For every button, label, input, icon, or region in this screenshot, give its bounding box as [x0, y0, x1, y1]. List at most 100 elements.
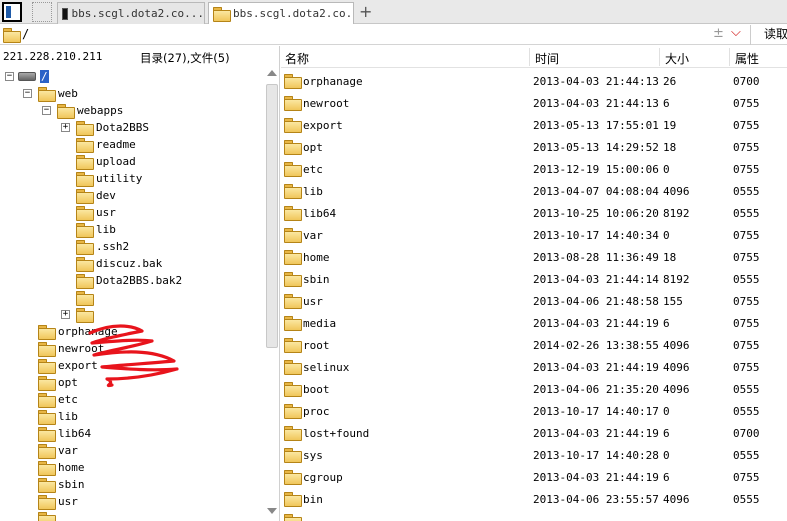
tree-item[interactable]: Dota2BBS.bak2 — [0, 272, 182, 289]
tree-item[interactable]: dev — [0, 187, 116, 204]
tree-item[interactable]: lib64 — [0, 425, 91, 442]
tree-root[interactable]: − / — [0, 68, 49, 85]
blank-tab-slot[interactable] — [32, 2, 52, 22]
folder-icon — [76, 291, 94, 306]
file-attr: 0555 — [733, 449, 760, 462]
tree-item[interactable]: readme — [0, 136, 136, 153]
scroll-thumb[interactable] — [266, 84, 278, 348]
file-row[interactable]: export 2013-05-13 17:55:01 19 0755 — [281, 114, 787, 136]
file-size: 4096 — [663, 493, 690, 506]
panel-toggle-button[interactable] — [2, 2, 22, 22]
file-size: 6 — [663, 97, 670, 110]
file-attr: 0755 — [733, 361, 760, 374]
column-divider[interactable] — [529, 48, 530, 66]
column-divider[interactable] — [659, 48, 660, 66]
folder-icon — [38, 359, 56, 374]
scroll-up-icon[interactable] — [267, 70, 277, 76]
file-row[interactable]: cgroup 2013-04-03 21:44:19 6 0755 — [281, 466, 787, 488]
tree-item[interactable]: sbin — [0, 476, 85, 493]
file-row[interactable]: lost+found 2013-04-03 21:44:19 6 0700 — [281, 422, 787, 444]
file-attr: 0700 — [733, 427, 760, 440]
file-name: newroot — [303, 97, 350, 110]
tree-item[interactable]: newroot — [0, 340, 104, 357]
tree-item[interactable]: lib — [0, 221, 116, 238]
file-row[interactable]: proc 2013-10-17 14:40:17 0 0555 — [281, 400, 787, 422]
folder-icon — [284, 316, 302, 331]
tree-item[interactable]: export — [0, 357, 98, 374]
column-name-header[interactable]: 名称 — [285, 50, 309, 67]
tree-item[interactable]: − webapps — [0, 102, 123, 119]
folder-icon — [76, 274, 94, 289]
tree-scrollbar[interactable] — [264, 68, 279, 521]
file-row[interactable]: orphanage 2013-04-03 21:44:13 26 0700 — [281, 70, 787, 92]
folder-icon — [284, 382, 302, 397]
file-row[interactable]: etc 2013-12-19 15:00:06 0 0755 — [281, 158, 787, 180]
file-name: lost+found — [303, 427, 370, 440]
tree-item-label: dev — [96, 189, 116, 202]
file-row[interactable]: root 2014-02-26 13:38:55 4096 0755 — [281, 334, 787, 356]
tree-item[interactable]: usr — [0, 493, 78, 510]
tree-item[interactable]: etc — [0, 391, 78, 408]
read-button[interactable]: 读取 — [750, 25, 787, 45]
collapse-icon[interactable]: − — [5, 72, 14, 81]
file-row[interactable]: sys 2013-10-17 14:40:28 0 0555 — [281, 444, 787, 466]
column-divider[interactable] — [729, 48, 730, 66]
file-attr: 0755 — [733, 119, 760, 132]
tab-file-manager[interactable]: bbs.scgl.dota2.co... — [208, 2, 354, 24]
file-name: proc — [303, 405, 330, 418]
tab-terminal[interactable]: bbs.scgl.dota2.co... — [57, 2, 205, 24]
tree-item[interactable]: discuz.bak — [0, 255, 162, 272]
tree-item[interactable] — [0, 510, 58, 521]
tree-item[interactable] — [0, 289, 96, 306]
tree-item[interactable]: orphanage — [0, 323, 118, 340]
expand-icon[interactable]: + — [61, 123, 70, 132]
tree-item[interactable]: var — [0, 442, 78, 459]
file-row[interactable]: boot 2013-04-06 21:35:20 4096 0555 — [281, 378, 787, 400]
file-size: 6 — [663, 427, 670, 440]
file-attr: 0555 — [733, 493, 760, 506]
folder-icon — [38, 342, 56, 357]
file-row[interactable]: sbin 2013-04-03 21:44:14 8192 0555 — [281, 268, 787, 290]
tree-item-label: discuz.bak — [96, 257, 163, 270]
file-size: 4096 — [663, 361, 690, 374]
path-input[interactable]: / — [22, 27, 29, 41]
file-row[interactable]: home 2013-08-28 11:36:49 18 0755 — [281, 246, 787, 268]
file-time: 2013-08-28 11:36:49 — [533, 251, 659, 264]
collapse-icon[interactable]: − — [23, 89, 32, 98]
file-row[interactable]: bin 2013-04-06 23:55:57 4096 0555 — [281, 488, 787, 510]
file-row[interactable] — [281, 510, 787, 521]
tree-item[interactable]: − web — [0, 85, 78, 102]
file-row[interactable]: newroot 2013-04-03 21:44:13 6 0755 — [281, 92, 787, 114]
tree-item[interactable]: lib — [0, 408, 78, 425]
chevron-down-icon[interactable]: ⌵ — [731, 25, 741, 40]
folder-icon — [213, 7, 231, 22]
scroll-down-icon[interactable] — [267, 508, 277, 514]
column-size-header[interactable]: 大小 — [665, 50, 689, 67]
tree-item[interactable]: home — [0, 459, 85, 476]
tree-item-label: .ssh2 — [96, 240, 130, 253]
file-row[interactable]: selinux 2013-04-03 21:44:19 4096 0755 — [281, 356, 787, 378]
file-row[interactable]: lib 2013-04-07 04:08:04 4096 0555 — [281, 180, 787, 202]
file-row[interactable]: var 2013-10-17 14:40:34 0 0755 — [281, 224, 787, 246]
file-name: selinux — [303, 361, 350, 374]
file-size: 4096 — [663, 339, 690, 352]
tree-item-label: usr — [96, 206, 116, 219]
tree-item[interactable]: upload — [0, 153, 136, 170]
column-attr-header[interactable]: 属性 — [735, 50, 759, 67]
tree-item[interactable]: + — [0, 306, 96, 323]
tree-item[interactable]: usr — [0, 204, 116, 221]
file-row[interactable]: opt 2013-05-13 14:29:52 18 0755 — [281, 136, 787, 158]
file-row[interactable]: usr 2013-04-06 21:48:58 155 0755 — [281, 290, 787, 312]
tree-item[interactable]: + Dota2BBS — [0, 119, 149, 136]
new-tab-button[interactable]: + — [359, 3, 372, 21]
column-time-header[interactable]: 时间 — [535, 50, 559, 67]
plus-minus-icon[interactable]: ± — [713, 26, 724, 41]
expand-icon[interactable]: + — [61, 310, 70, 319]
file-row[interactable]: media 2013-04-03 21:44:19 6 0755 — [281, 312, 787, 334]
collapse-icon[interactable]: − — [42, 106, 51, 115]
file-time: 2013-10-17 14:40:34 — [533, 229, 659, 242]
tree-item[interactable]: utility — [0, 170, 142, 187]
file-row[interactable]: lib64 2013-10-25 10:06:20 8192 0555 — [281, 202, 787, 224]
tree-item[interactable]: .ssh2 — [0, 238, 129, 255]
tree-item[interactable]: opt — [0, 374, 78, 391]
